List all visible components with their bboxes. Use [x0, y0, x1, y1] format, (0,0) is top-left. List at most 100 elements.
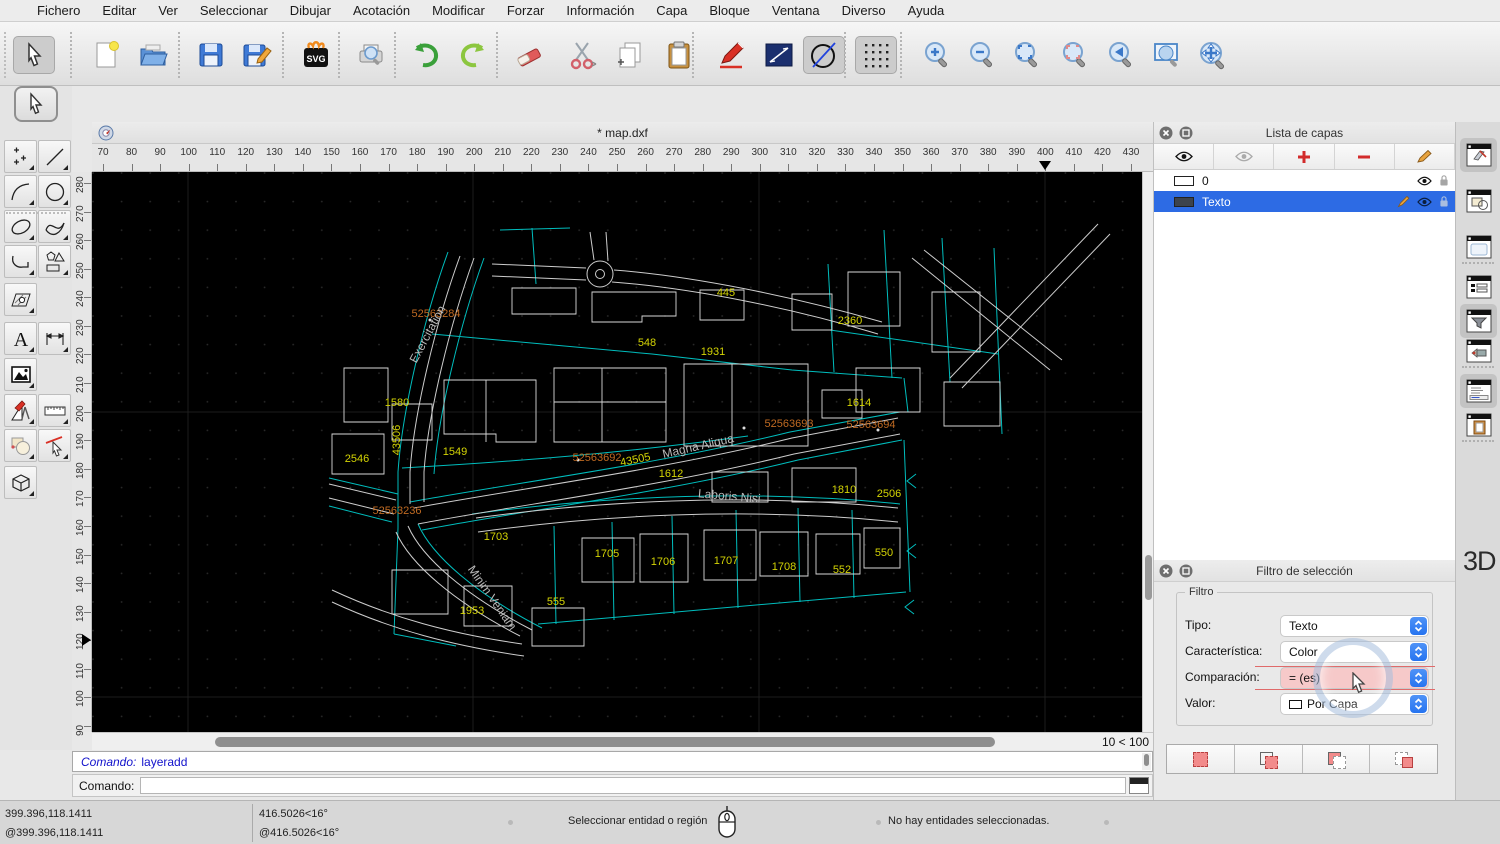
selection-arrow-button[interactable]: [13, 36, 55, 74]
horizontal-scrollbar-thumb[interactable]: [215, 737, 995, 747]
selection-filter-panel: Filtro de selección Filtro Tipo:TextoCar…: [1154, 560, 1455, 726]
layer-visibility-icon[interactable]: [1417, 176, 1432, 186]
cut-button[interactable]: [562, 36, 604, 74]
add-layer-button[interactable]: [1274, 144, 1334, 169]
menu-dibujar[interactable]: Dibujar: [279, 0, 342, 22]
zoom-in-button[interactable]: [916, 36, 958, 74]
image-tool[interactable]: [4, 358, 37, 391]
close-panel-icon[interactable]: [1159, 564, 1173, 578]
circle-tool[interactable]: [38, 175, 71, 208]
shape-tool[interactable]: [38, 245, 71, 278]
undo-button[interactable]: [405, 36, 447, 74]
line-tool[interactable]: [38, 140, 71, 173]
menu-editar[interactable]: Editar: [91, 0, 147, 22]
menu-ver[interactable]: Ver: [147, 0, 189, 22]
zoom-selection-button[interactable]: [1054, 36, 1096, 74]
distance-line-button[interactable]: [758, 36, 800, 74]
selection-filter-panel-button[interactable]: [1460, 304, 1497, 338]
show-all-layers-button[interactable]: [1154, 144, 1214, 169]
hatch-tool[interactable]: [4, 283, 37, 316]
measure-tool[interactable]: [38, 394, 71, 427]
close-panel-icon[interactable]: [1159, 126, 1173, 140]
command-options-button[interactable]: [1129, 777, 1149, 794]
copy-button[interactable]: [610, 36, 652, 74]
layer-row-0[interactable]: 0: [1154, 170, 1455, 191]
detach-panel-icon[interactable]: [1179, 564, 1193, 578]
relative-polar-coordinate: @416.5026<16°: [259, 827, 339, 839]
edit-layer-icon[interactable]: [1397, 195, 1410, 208]
save-button[interactable]: [190, 36, 232, 74]
delete-select-tool[interactable]: [38, 429, 71, 462]
remove-layer-button[interactable]: [1335, 144, 1395, 169]
circle-tool-button[interactable]: [803, 36, 845, 74]
vertical-scrollbar-thumb[interactable]: [1145, 555, 1152, 600]
intersect-selection-button[interactable]: [1370, 745, 1437, 773]
toolbar-drag-handle[interactable]: [4, 32, 6, 78]
3d-box-tool[interactable]: [4, 466, 37, 499]
grid-toggle-button[interactable]: [855, 36, 897, 74]
property-editor-panel-button[interactable]: [1460, 138, 1497, 172]
zoom-window-button[interactable]: [1146, 36, 1188, 74]
menu-ayuda[interactable]: Ayuda: [897, 0, 956, 22]
open-document-button[interactable]: [132, 36, 174, 74]
modify-tools[interactable]: [4, 429, 37, 462]
hide-all-layers-button[interactable]: [1214, 144, 1274, 169]
vertical-scrollbar[interactable]: [1142, 172, 1153, 732]
menu-ventana[interactable]: Ventana: [761, 0, 831, 22]
drafting-tools[interactable]: [4, 394, 37, 427]
menu-informacion[interactable]: Información: [555, 0, 645, 22]
layer-lock-icon[interactable]: [1439, 174, 1449, 187]
zoom-previous-button[interactable]: [1100, 36, 1142, 74]
layer-row-texto[interactable]: Texto: [1154, 191, 1455, 212]
detach-panel-icon[interactable]: [1179, 126, 1193, 140]
3d-mode-label[interactable]: 3D: [1463, 546, 1496, 577]
select-all-matching-button[interactable]: [1167, 745, 1235, 773]
remove-from-selection-button[interactable]: [1303, 745, 1371, 773]
block-list-panel-button[interactable]: [1460, 184, 1497, 218]
eraser-button[interactable]: [508, 36, 550, 74]
new-document-button[interactable]: [86, 36, 128, 74]
viewport-panel-button[interactable]: [1460, 334, 1497, 368]
text-tool[interactable]: A: [4, 322, 37, 355]
layer-lock-icon[interactable]: [1439, 195, 1449, 208]
selection-list-panel-button[interactable]: [1460, 270, 1497, 304]
parcel-number-label: 1810: [832, 484, 856, 496]
horizontal-scrollbar[interactable]: 10 < 100: [92, 732, 1153, 750]
arc-tool[interactable]: [4, 175, 37, 208]
menu-capa[interactable]: Capa: [645, 0, 698, 22]
menu-fichero[interactable]: Fichero: [26, 0, 91, 22]
selection-tool-button[interactable]: [14, 86, 58, 122]
save-as-button[interactable]: [236, 36, 278, 74]
polyline-tool[interactable]: [4, 245, 37, 278]
menu-diverso[interactable]: Diverso: [831, 0, 897, 22]
svg-export-button[interactable]: SVG: [295, 36, 337, 74]
redo-button[interactable]: [452, 36, 494, 74]
clipboard-panel-button[interactable]: [1460, 408, 1497, 442]
edit-layer-button[interactable]: [1395, 144, 1455, 169]
menu-modificar[interactable]: Modificar: [421, 0, 496, 22]
drawing-canvas[interactable]: 4452360548193152563284161415804350625461…: [92, 172, 1142, 732]
ellipse-tool[interactable]: [4, 210, 37, 243]
zoom-auto-button[interactable]: [1006, 36, 1048, 74]
filter-field-dropdown[interactable]: Texto: [1280, 615, 1429, 637]
menu-seleccionar[interactable]: Seleccionar: [189, 0, 279, 22]
spline-tool[interactable]: [38, 210, 71, 243]
menu-acotacion[interactable]: Acotación: [342, 0, 421, 22]
menu-forzar[interactable]: Forzar: [496, 0, 556, 22]
edit-attributes-button[interactable]: [710, 36, 752, 74]
command-history-scrollbar[interactable]: [1142, 753, 1151, 770]
points-tool[interactable]: [4, 140, 37, 173]
layer-visibility-icon[interactable]: [1417, 197, 1432, 207]
filter-row: Tipo:Texto: [1177, 615, 1432, 637]
status-dot: [876, 820, 881, 825]
dimension-tool[interactable]: [38, 322, 71, 355]
menu-bloque[interactable]: Bloque: [698, 0, 760, 22]
zoom-out-button[interactable]: [961, 36, 1003, 74]
library-browser-panel-button[interactable]: [1460, 230, 1497, 264]
command-input[interactable]: [140, 777, 1126, 794]
add-to-selection-button[interactable]: [1235, 745, 1303, 773]
pan-zoom-button[interactable]: [1192, 36, 1234, 74]
palette-drag-handle[interactable]: [6, 212, 66, 214]
print-preview-button[interactable]: [350, 36, 392, 74]
command-line-panel-button[interactable]: [1460, 374, 1497, 408]
